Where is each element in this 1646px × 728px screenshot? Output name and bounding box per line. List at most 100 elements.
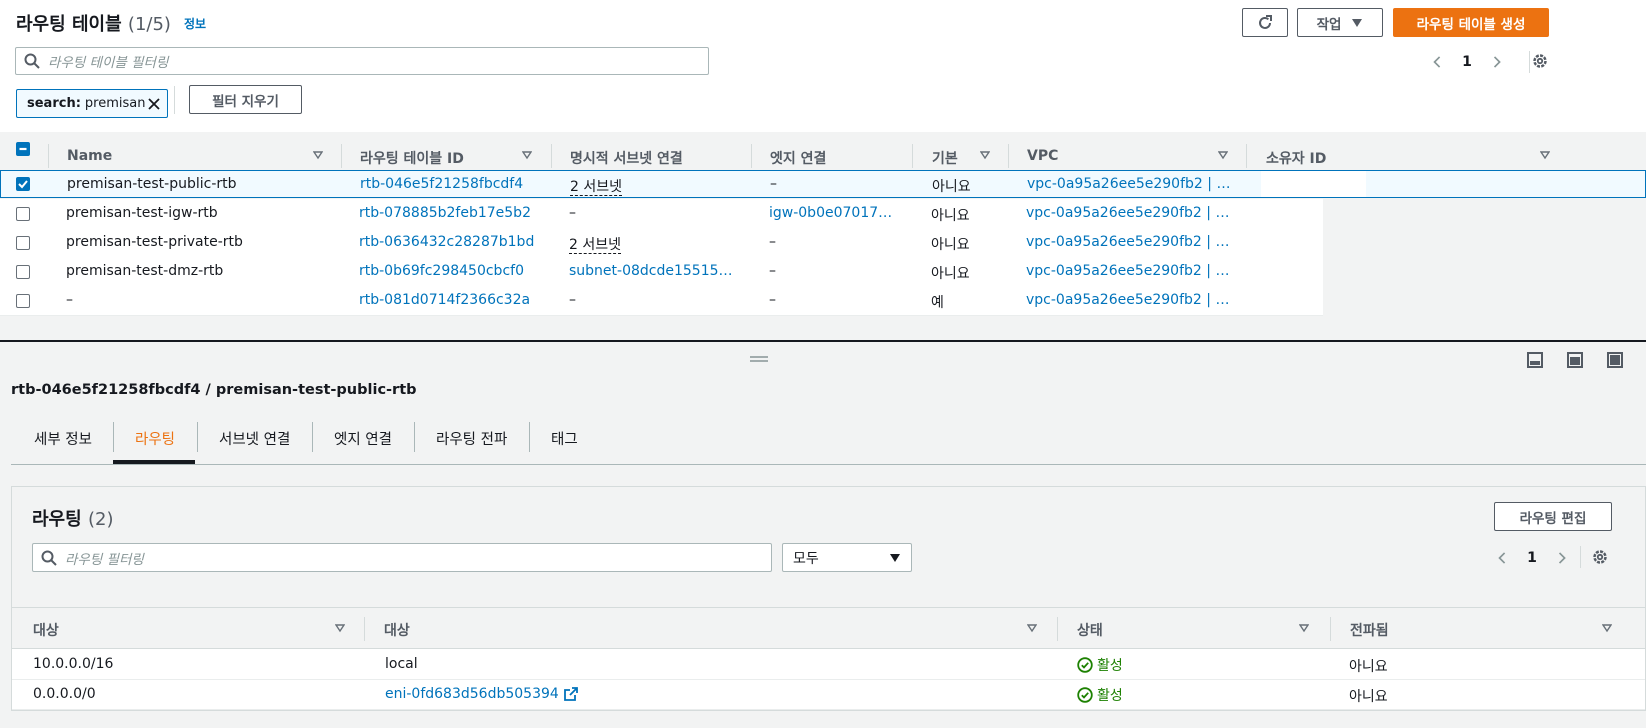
chevron-left-icon[interactable] bbox=[1432, 54, 1442, 70]
routes-pagination: 1 bbox=[1497, 548, 1567, 568]
sort-icon[interactable] bbox=[313, 150, 323, 160]
table-row[interactable]: premisan-test-igw-rtb rtb-078885b2feb17e… bbox=[0, 199, 1323, 229]
row-main: 아니요 bbox=[931, 266, 970, 282]
col-sep bbox=[912, 144, 913, 168]
clear-filters-button[interactable]: 필터 지우기 bbox=[189, 85, 302, 114]
tab-sep bbox=[113, 422, 114, 452]
detail-tabs: 세부 정보 라우팅 서브넷 연결 엣지 연결 라우팅 전파 태그 bbox=[11, 420, 1646, 465]
row-vpc-link[interactable]: vpc-0a95a26ee5e290fb2 | pre… bbox=[1027, 176, 1237, 192]
create-route-table-button[interactable]: 라우팅 테이블 생성 bbox=[1393, 8, 1549, 37]
row-checkbox[interactable] bbox=[16, 265, 30, 279]
col-owner-id[interactable]: 소유자 ID bbox=[1266, 148, 1326, 168]
page-number[interactable]: 1 bbox=[1462, 54, 1472, 70]
row-name: – bbox=[66, 292, 73, 308]
row-subnet-popover[interactable]: 2 서브넷 bbox=[569, 237, 621, 254]
detail-title: rtb-046e5f21258fbcdf4 / premisan-test-pu… bbox=[11, 382, 417, 398]
panel-side-icon[interactable] bbox=[1567, 352, 1583, 368]
tab-edge-associations[interactable]: 엣지 연결 bbox=[334, 428, 392, 449]
edit-routes-button[interactable]: 라우팅 편집 bbox=[1494, 502, 1612, 531]
sort-icon[interactable] bbox=[1299, 623, 1309, 633]
route-table-search-input[interactable]: 라우팅 테이블 필터링 bbox=[15, 47, 709, 75]
row-checkbox[interactable] bbox=[16, 294, 30, 308]
gear-icon[interactable] bbox=[1531, 52, 1549, 70]
col-destination[interactable]: 대상 bbox=[33, 620, 59, 640]
row-id-link[interactable]: rtb-0636432c28287b1bd bbox=[359, 234, 534, 250]
active-tab-indicator bbox=[113, 460, 195, 464]
route-status: 활성 bbox=[1077, 685, 1123, 705]
chevron-right-icon[interactable] bbox=[1557, 550, 1567, 566]
actions-label: 작업 bbox=[1316, 16, 1342, 33]
row-name: premisan-test-igw-rtb bbox=[66, 205, 218, 221]
row-vpc-link[interactable]: vpc-0a95a26ee5e290fb2 | pre… bbox=[1026, 205, 1236, 221]
route-target-link[interactable]: eni-0fd683d56db505394 bbox=[385, 686, 559, 702]
table-row[interactable]: premisan-test-public-rtb rtb-046e5f21258… bbox=[0, 170, 1646, 198]
filter-token-key: search: bbox=[27, 96, 81, 111]
sort-icon[interactable] bbox=[1027, 623, 1037, 633]
row-vpc-link[interactable]: vpc-0a95a26ee5e290fb2 | pre… bbox=[1026, 263, 1236, 279]
drag-handle-icon[interactable] bbox=[750, 355, 768, 363]
row-id-link[interactable]: rtb-081d0714f2366c32a bbox=[359, 292, 530, 308]
sort-icon[interactable] bbox=[1218, 150, 1228, 160]
sort-icon[interactable] bbox=[1540, 150, 1550, 160]
table-row[interactable]: premisan-test-dmz-rtb rtb-0b69fc298450cb… bbox=[0, 257, 1323, 287]
sort-icon[interactable] bbox=[522, 150, 532, 160]
row-id-link[interactable]: rtb-0b69fc298450cbcf0 bbox=[359, 263, 524, 279]
col-route-table-id[interactable]: 라우팅 테이블 ID bbox=[360, 148, 464, 168]
row-id-link[interactable]: rtb-046e5f21258fbcdf4 bbox=[360, 176, 523, 192]
gear-icon[interactable] bbox=[1591, 548, 1609, 566]
chevron-left-icon[interactable] bbox=[1497, 550, 1507, 566]
col-propagated[interactable]: 전파됨 bbox=[1350, 620, 1389, 640]
refresh-button[interactable] bbox=[1242, 8, 1288, 37]
tab-details[interactable]: 세부 정보 bbox=[34, 428, 92, 449]
row-vpc-link[interactable]: vpc-0a95a26ee5e290fb2 | pre… bbox=[1026, 292, 1236, 308]
row-edge-link[interactable]: igw-0b0e070175c… bbox=[769, 205, 899, 221]
sort-icon[interactable] bbox=[1602, 623, 1612, 633]
tab-subnet-associations[interactable]: 서브넷 연결 bbox=[219, 428, 290, 449]
table-row[interactable]: premisan-test-private-rtb rtb-0636432c28… bbox=[0, 228, 1323, 258]
select-all-checkbox[interactable] bbox=[16, 142, 30, 156]
row-subnet-link[interactable]: subnet-08dcde1551506… bbox=[569, 263, 734, 279]
col-sep bbox=[1008, 144, 1009, 168]
success-icon bbox=[1077, 687, 1093, 703]
row-subnet-popover[interactable]: 2 서브넷 bbox=[570, 179, 622, 196]
panel-full-icon[interactable] bbox=[1607, 352, 1623, 368]
tab-routes[interactable]: 라우팅 bbox=[135, 428, 175, 449]
row-checkbox[interactable] bbox=[16, 236, 30, 250]
row-edge: – bbox=[770, 176, 777, 192]
row-checkbox[interactable] bbox=[16, 207, 30, 221]
row-edge: – bbox=[769, 234, 776, 250]
search-icon bbox=[24, 53, 40, 69]
page-number[interactable]: 1 bbox=[1527, 550, 1537, 566]
panel-bottom-icon[interactable] bbox=[1527, 352, 1543, 368]
col-status[interactable]: 상태 bbox=[1077, 620, 1103, 640]
tab-route-propagation[interactable]: 라우팅 전파 bbox=[436, 428, 507, 449]
routes-status-select[interactable]: 모두 bbox=[782, 543, 912, 572]
row-id-link[interactable]: rtb-078885b2feb17e5b2 bbox=[359, 205, 531, 221]
close-icon[interactable] bbox=[147, 97, 161, 111]
row-edge: – bbox=[769, 292, 776, 308]
tab-sep bbox=[414, 422, 415, 452]
col-sep bbox=[1246, 144, 1247, 168]
external-link-icon[interactable] bbox=[563, 687, 578, 701]
col-sep bbox=[341, 144, 342, 168]
col-vpc[interactable]: VPC bbox=[1027, 148, 1058, 164]
routes-filter-input[interactable]: 라우팅 필터링 bbox=[32, 543, 772, 572]
table-row[interactable]: – rtb-081d0714f2366c32a – – 예 vpc-0a95a2… bbox=[0, 286, 1323, 316]
col-sep bbox=[1057, 617, 1058, 641]
info-link[interactable]: 정보 bbox=[184, 15, 206, 32]
col-main[interactable]: 기본 bbox=[932, 148, 958, 168]
tab-sep bbox=[312, 422, 313, 452]
chevron-right-icon[interactable] bbox=[1492, 54, 1502, 70]
sort-icon[interactable] bbox=[335, 623, 345, 633]
route-status: 활성 bbox=[1077, 655, 1123, 675]
col-sep bbox=[1330, 617, 1331, 641]
row-main: 아니요 bbox=[932, 179, 971, 195]
row-checkbox[interactable] bbox=[16, 177, 30, 191]
col-sep bbox=[364, 617, 365, 641]
actions-button[interactable]: 작업 bbox=[1297, 8, 1383, 37]
row-vpc-link[interactable]: vpc-0a95a26ee5e290fb2 | pre… bbox=[1026, 234, 1236, 250]
sort-icon[interactable] bbox=[980, 150, 990, 160]
col-name[interactable]: Name bbox=[67, 148, 112, 164]
tab-tags[interactable]: 태그 bbox=[551, 428, 578, 449]
col-target[interactable]: 대상 bbox=[384, 620, 410, 640]
